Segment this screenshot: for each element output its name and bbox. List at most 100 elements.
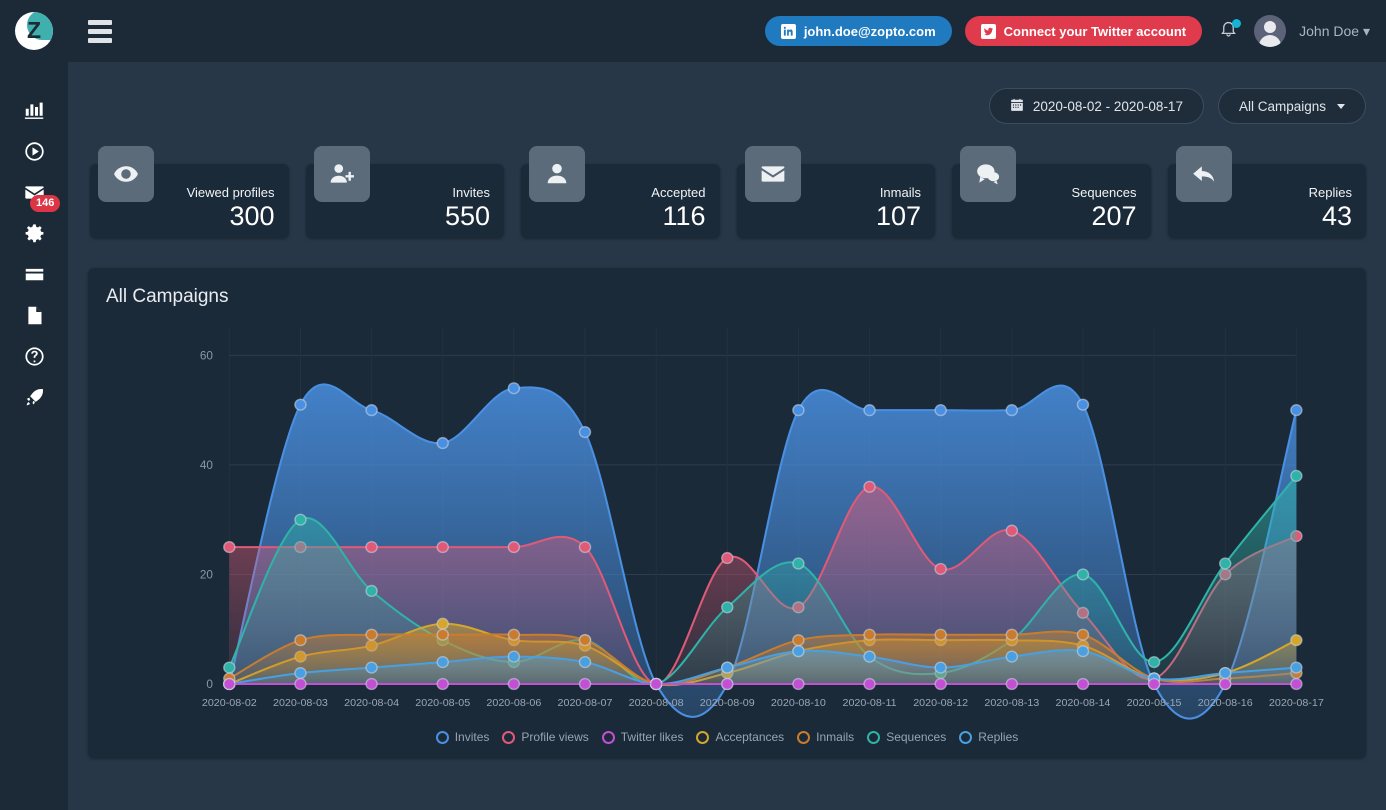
legend-color-swatch <box>696 730 710 744</box>
sidebar-item-billing[interactable] <box>0 256 68 297</box>
date-range-picker[interactable]: 2020-08-02 - 2020-08-17 <box>988 88 1204 124</box>
sidebar-item-help[interactable] <box>0 338 68 379</box>
play-circle-icon <box>24 141 45 167</box>
legend-item-sequences[interactable]: Sequences <box>867 730 946 744</box>
legend-color-swatch <box>502 730 516 744</box>
avatar[interactable] <box>1254 15 1287 47</box>
legend-label: Acceptances <box>715 730 785 744</box>
stat-value: 116 <box>662 200 706 231</box>
envelope-icon <box>744 146 801 202</box>
top-bar: john.doe@zopto.com Connect your Twitter … <box>68 0 1386 62</box>
stat-cards: Viewed profiles 300 Invites 550 Accepted… <box>88 146 1366 238</box>
stat-card-accepted[interactable]: Accepted 116 <box>521 146 720 238</box>
hamburger-icon[interactable] <box>80 11 120 51</box>
stat-card-replies[interactable]: Replies 43 <box>1167 146 1366 238</box>
svg-text:2020-08-03: 2020-08-03 <box>273 697 328 709</box>
svg-text:2020-08-09: 2020-08-09 <box>700 697 755 709</box>
sidebar-item-settings[interactable] <box>0 215 68 256</box>
svg-text:2020-08-10: 2020-08-10 <box>771 697 826 709</box>
legend-color-swatch <box>797 730 811 744</box>
sidebar: Z 146 <box>0 0 68 810</box>
stat-card-inmails[interactable]: Inmails 107 <box>736 146 935 238</box>
bar-chart-icon <box>24 100 45 126</box>
sidebar-item-analytics[interactable] <box>0 92 68 133</box>
campaign-filter-label: All Campaigns <box>1238 98 1326 114</box>
user-icon <box>529 146 585 202</box>
svg-text:2020-08-15: 2020-08-15 <box>1127 697 1182 709</box>
svg-text:2020-08-11: 2020-08-11 <box>842 697 896 709</box>
legend-label: Inmails <box>816 730 855 744</box>
svg-text:0: 0 <box>206 678 213 691</box>
twitter-connect-button[interactable]: Connect your Twitter account <box>964 16 1203 46</box>
stat-value: 207 <box>1091 200 1137 231</box>
eye-icon <box>98 146 154 202</box>
stat-label: Inmails <box>879 185 921 201</box>
chart-svg[interactable]: 0 20 40 60 2020-08-02 2020-08-03 2020-08-04 202… <box>88 314 1366 734</box>
question-circle-icon <box>24 346 45 372</box>
dashboard-page: Z 146 john.doe@zopto.com Connect your Tw… <box>0 0 1386 810</box>
app-logo[interactable]: Z <box>0 0 68 62</box>
notifications-button[interactable] <box>1215 16 1242 46</box>
legend-color-swatch <box>959 730 973 744</box>
sidebar-item-campaigns[interactable] <box>0 133 68 174</box>
chevron-down-icon <box>1337 103 1345 109</box>
stat-value: 550 <box>444 200 490 231</box>
svg-text:2020-08-16: 2020-08-16 <box>1198 697 1253 709</box>
username-label: John Doe <box>1299 22 1360 39</box>
svg-text:2020-08-17: 2020-08-17 <box>1269 697 1324 709</box>
legend-label: Profile views <box>521 730 589 744</box>
svg-text:2020-08-07: 2020-08-07 <box>558 697 613 709</box>
svg-text:20: 20 <box>200 569 214 582</box>
user-menu[interactable]: John Doe ▾ <box>1299 23 1370 40</box>
chart-legend: Invites Profile views Twitter likes Accepta… <box>88 730 1366 744</box>
sidebar-item-documents[interactable] <box>0 297 68 338</box>
main-area: john.doe@zopto.com Connect your Twitter … <box>68 0 1386 810</box>
svg-text:2020-08-13: 2020-08-13 <box>984 697 1039 709</box>
document-icon <box>24 305 45 331</box>
logo-letter: Z <box>26 17 42 43</box>
legend-label: Twitter likes <box>620 730 684 744</box>
legend-item-profile-views[interactable]: Profile views <box>502 730 589 744</box>
stat-card-invites[interactable]: Invites 550 <box>305 146 504 238</box>
chart-plot-area[interactable]: 0 20 40 60 2020-08-02 2020-08-03 2020-08-04 202… <box>88 314 1366 734</box>
stat-label: Replies <box>1308 185 1352 201</box>
notification-dot <box>1232 19 1242 28</box>
sidebar-item-upgrade[interactable] <box>0 379 68 420</box>
legend-color-swatch <box>867 730 881 744</box>
svg-text:2020-08-04: 2020-08-04 <box>344 697 399 709</box>
chat-icon <box>960 146 1016 202</box>
stat-card-viewed-profiles[interactable]: Viewed profiles 300 <box>90 146 289 238</box>
legend-item-replies[interactable]: Replies <box>959 730 1018 744</box>
svg-text:60: 60 <box>200 350 214 363</box>
stat-card-sequences[interactable]: Sequences 207 <box>952 146 1151 238</box>
legend-item-inmails[interactable]: Inmails <box>797 730 854 744</box>
filter-controls: 2020-08-02 - 2020-08-17 All Campaigns <box>88 62 1366 124</box>
twitter-connect-label: Connect your Twitter account <box>1003 23 1187 39</box>
calendar-icon <box>1010 98 1024 115</box>
stat-value: 107 <box>875 200 921 231</box>
stat-value: 300 <box>229 200 275 231</box>
reply-icon <box>1175 146 1232 202</box>
legend-label: Invites <box>454 730 490 744</box>
linkedin-icon <box>780 23 796 39</box>
svg-text:2020-08-14: 2020-08-14 <box>1055 697 1110 709</box>
date-range-label: 2020-08-02 - 2020-08-17 <box>1032 98 1183 114</box>
legend-label: Replies <box>978 730 1019 744</box>
svg-text:2020-08-08: 2020-08-08 <box>629 697 684 709</box>
svg-text:2020-08-12: 2020-08-12 <box>913 697 968 709</box>
gear-icon <box>24 223 45 249</box>
legend-item-invites[interactable]: Invites <box>435 730 490 744</box>
legend-item-acceptances[interactable]: Acceptances <box>696 730 784 744</box>
campaign-filter-dropdown[interactable]: All Campaigns <box>1217 88 1366 124</box>
sidebar-item-inbox[interactable]: 146 <box>0 174 68 215</box>
svg-text:40: 40 <box>200 459 214 472</box>
legend-item-twitter-likes[interactable]: Twitter likes <box>601 730 684 744</box>
chart-card: All Campaigns 0 20 40 60 2020-08-02 2020-08-0… <box>88 268 1366 758</box>
svg-text:2020-08-02: 2020-08-02 <box>202 697 257 709</box>
stat-label: Accepted <box>651 185 706 201</box>
linkedin-account-button[interactable]: john.doe@zopto.com <box>764 16 952 46</box>
rocket-icon <box>24 387 45 413</box>
linkedin-account-label: john.doe@zopto.com <box>803 23 936 39</box>
inbox-badge: 146 <box>30 195 61 212</box>
stat-label: Viewed profiles <box>186 185 275 201</box>
